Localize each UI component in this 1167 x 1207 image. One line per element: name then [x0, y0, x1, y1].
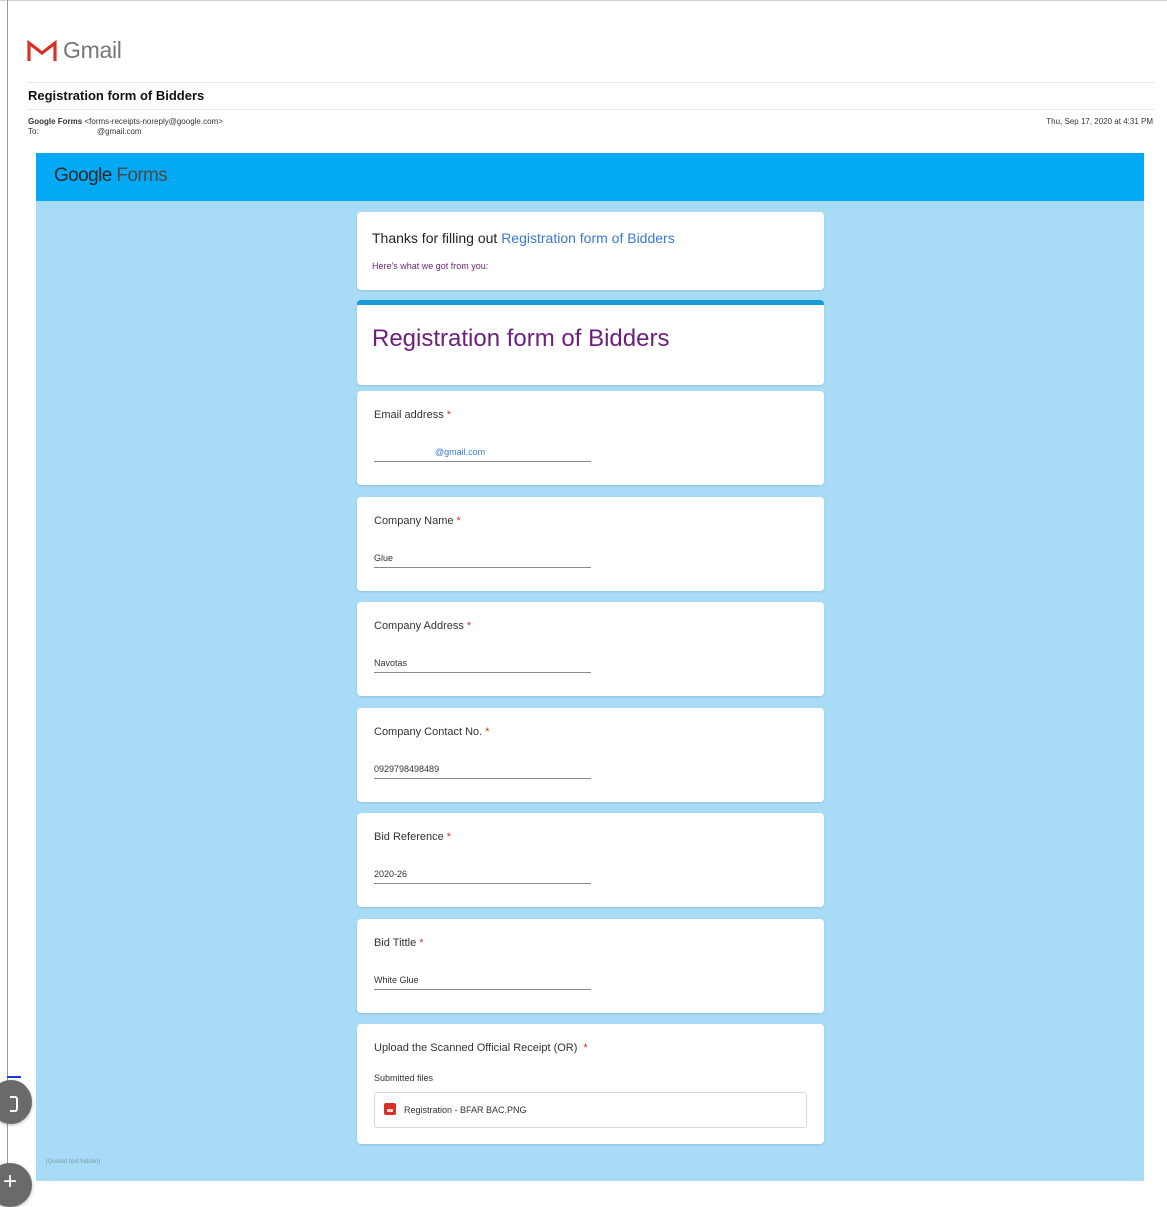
question-label: Bid Reference * [374, 831, 451, 843]
plus-icon: + [3, 1168, 18, 1195]
answer-value: 2020-26 [374, 869, 408, 879]
scroll-indicator [7, 1076, 21, 1078]
answer-value: Navotas [374, 658, 408, 668]
thanks-prefix: Thanks for filling out [372, 230, 498, 246]
required-asterisk: * [456, 515, 461, 527]
answer-value[interactable]: @gmail.com [435, 447, 485, 457]
answer-value: Glue [374, 553, 394, 563]
required-asterisk: * [446, 409, 451, 421]
answer-underline [374, 461, 591, 462]
question-label: Upload the Scanned Official Receipt (OR)… [374, 1042, 588, 1054]
form-link[interactable]: Registration form of Bidders [501, 230, 675, 246]
gmail-logo-text: Gmail [63, 37, 122, 63]
gmail-m-icon [27, 39, 57, 61]
question-card-contact-no: Company Contact No. * 09297984984​89 [357, 708, 824, 802]
submitted-files-label: Submitted files [374, 1073, 434, 1083]
recipient-address: @gmail.com [97, 127, 142, 136]
divider [27, 82, 1154, 83]
file-name: Registration - BFAR BAC.PNG [404, 1105, 527, 1115]
question-label: Company Address * [374, 620, 472, 632]
required-asterisk: * [419, 937, 424, 949]
required-asterisk: * [446, 831, 451, 843]
required-asterisk: * [583, 1042, 588, 1054]
email-to: To: @gmail.com [28, 127, 142, 137]
answer-value: White Glue [374, 975, 419, 985]
forms-email-body: Google Forms Thanks for filling out Regi… [36, 153, 1144, 1181]
gmail-logo: Gmail [27, 37, 122, 64]
window-top-border [0, 0, 1167, 1]
file-attachment-chip[interactable]: Registration - BFAR BAC.PNG [374, 1092, 807, 1128]
answer-underline [374, 567, 591, 568]
required-asterisk: * [466, 620, 472, 632]
google-logo-text: Google [54, 165, 112, 186]
to-label: To: [28, 127, 39, 136]
forms-logo-text: Forms [116, 165, 168, 186]
email-subject: Registration form of Bidders [28, 88, 205, 103]
answer-underline [374, 989, 591, 990]
question-card-company-address: Company Address * Navotas [357, 602, 824, 696]
sender-name: Google Forms [28, 117, 83, 126]
answer-underline [374, 672, 591, 673]
form-title: Registration form of Bidders [372, 325, 670, 352]
forms-header: Google Forms [36, 153, 1144, 201]
question-label: Company Name * [374, 515, 461, 527]
response-intro: Here's what we got from you: [372, 261, 489, 271]
question-label: Bid Tittle * [374, 937, 424, 949]
question-card-bid-reference: Bid Reference * 2020-26 [357, 813, 824, 907]
question-card-upload: Upload the Scanned Official Receipt (OR)… [357, 1024, 824, 1144]
question-label: Email address * [374, 409, 451, 421]
bracket-icon [10, 1096, 18, 1112]
email-date: Thu, Sep 17, 2020 at 4:31 PM [1046, 117, 1153, 126]
quoted-text-toggle[interactable]: [Quoted text hidden] [46, 1159, 100, 1165]
question-label: Company Contact No. * [374, 726, 490, 738]
question-card-email: Email address * @gmail.com [357, 391, 824, 485]
google-forms-logo: Google Forms [54, 165, 168, 187]
question-card-bid-title: Bid Tittle * White Glue [357, 919, 824, 1013]
divider [27, 109, 1154, 110]
image-file-icon [384, 1103, 396, 1115]
thanks-card: Thanks for filling out Registration form… [357, 212, 824, 290]
thanks-message: Thanks for filling out Registration form… [372, 230, 675, 246]
email-from: Google Forms <forms-receipts-noreply@goo… [28, 117, 223, 127]
form-title-card: Registration form of Bidders [357, 300, 824, 385]
answer-underline [374, 778, 591, 779]
required-asterisk: * [485, 726, 490, 738]
answer-underline [374, 883, 591, 884]
sender-address: <forms-receipts-noreply@google.com> [84, 117, 223, 126]
answer-value: 09297984984​89 [374, 764, 440, 774]
question-card-company-name: Company Name * Glue [357, 497, 824, 591]
window-left-border [7, 0, 8, 1200]
